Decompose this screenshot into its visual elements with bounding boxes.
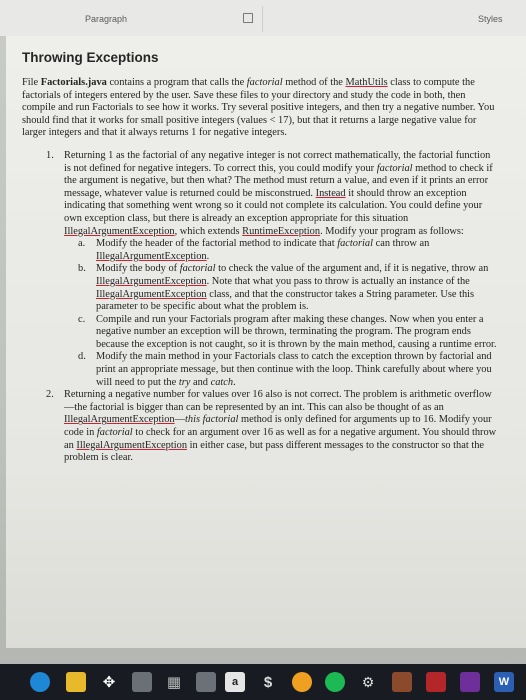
chrome-icon[interactable] [292, 672, 312, 692]
document-body: Throwing Exceptions File Factorials.java… [22, 50, 498, 465]
styles-group-label: Styles [478, 14, 503, 24]
list-item-1: 1. Returning 1 as the factorial of any n… [46, 149, 498, 389]
word-icon[interactable]: W [494, 672, 514, 692]
spotify-icon[interactable] [325, 672, 345, 692]
word-ribbon: Paragraph Styles [0, 0, 526, 37]
sub-item-c: c. Compile and run your Factorials progra… [78, 313, 497, 350]
sub-item-b: b. Modify the body of factorial to check … [78, 263, 489, 313]
intro-paragraph: File Factorials.java contains a program … [22, 77, 495, 139]
sub-item-a: a. Modify the header of the factorial met… [78, 238, 430, 262]
notes-app-icon[interactable] [460, 672, 480, 692]
sub-list: a. Modify the header of the factorial met… [64, 238, 498, 389]
screen: Paragraph Styles Throwing Exceptions Fil… [0, 0, 526, 700]
list-item-2: 2. Returning a negative number for value… [46, 389, 497, 464]
dollar-app-icon[interactable]: $ [258, 672, 278, 692]
settings-gear-icon[interactable]: ⚙ [358, 672, 378, 692]
file-explorer-icon[interactable] [66, 672, 86, 692]
screen-app-icon[interactable] [196, 672, 216, 692]
ribbon-divider [262, 6, 263, 32]
document-page[interactable]: Throwing Exceptions File Factorials.java… [6, 36, 526, 648]
instruction-list: 1. Returning 1 as the factorial of any n… [22, 150, 498, 465]
document-title: Throwing Exceptions [22, 50, 159, 65]
dropbox-icon[interactable]: ✥ [99, 672, 119, 692]
edge-icon[interactable] [30, 672, 50, 692]
windows-taskbar: ✥ ▦ a $ ⚙ W [0, 664, 526, 700]
photos-app-icon[interactable] [392, 672, 412, 692]
paragraph-dialog-launcher-icon[interactable] [243, 13, 253, 23]
amazon-store-icon[interactable]: a [225, 672, 245, 692]
red-app-icon[interactable] [426, 672, 446, 692]
grid-app-icon[interactable]: ▦ [164, 672, 184, 692]
paragraph-group-label: Paragraph [85, 14, 128, 24]
calculator-icon[interactable] [132, 672, 152, 692]
sub-item-d: d. Modify the main method in your Factori… [78, 351, 492, 388]
